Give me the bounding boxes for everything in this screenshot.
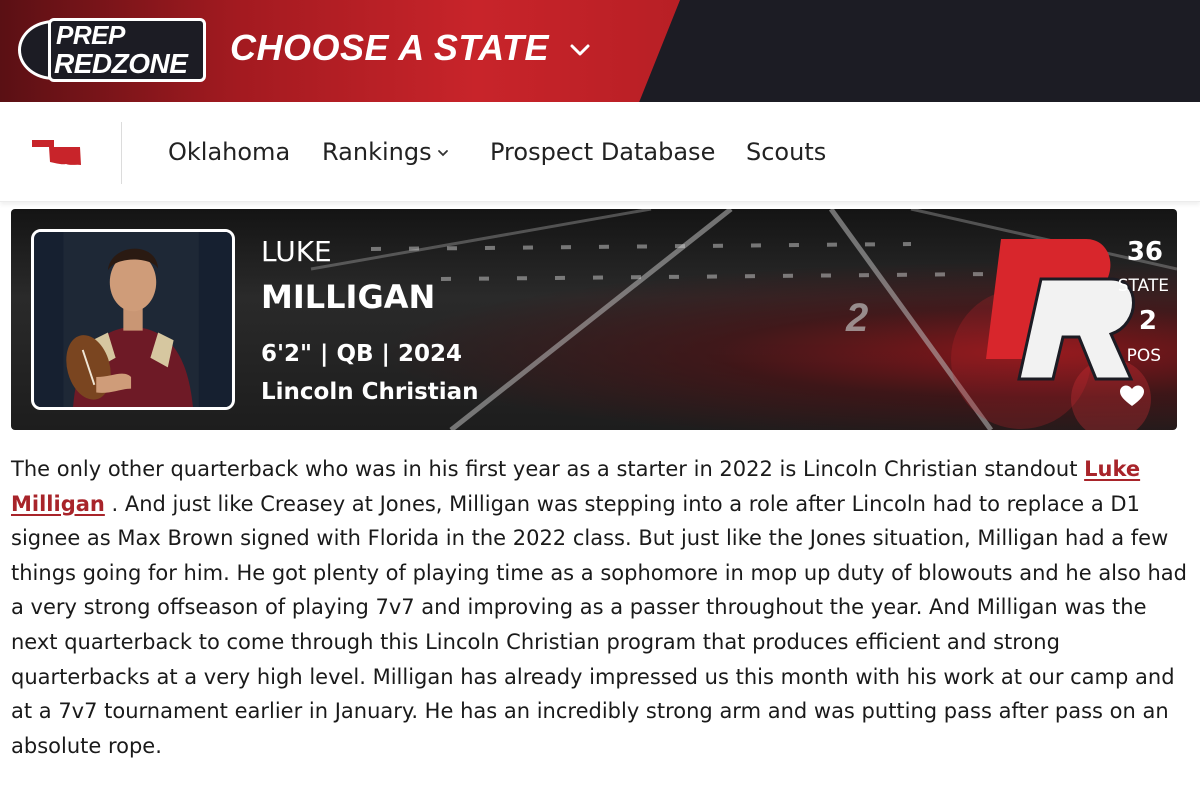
chevron-down-icon[interactable] xyxy=(566,36,594,64)
player-first-name: LUKE xyxy=(261,235,332,268)
logo-text-redzone: REDZONE xyxy=(54,48,188,79)
nav-item-oklahoma[interactable]: Oklahoma xyxy=(168,137,290,167)
site-header: PREP REDZONE CHOOSE A STATE xyxy=(0,0,1200,102)
oklahoma-state-icon[interactable] xyxy=(30,138,84,168)
chevron-down-icon[interactable] xyxy=(436,148,450,158)
state-rank-label: STATE xyxy=(1117,276,1169,296)
choose-state-button[interactable]: CHOOSE A STATE xyxy=(230,30,549,66)
player-last-name: MILLIGAN xyxy=(261,278,436,316)
nav-divider xyxy=(121,122,122,184)
player-height-position-class: 6'2" | QB | 2024 xyxy=(261,341,462,367)
player-school: Lincoln Christian xyxy=(261,379,479,405)
state-nav-bar: Oklahoma Rankings Prospect Database Scou… xyxy=(0,102,1200,202)
heart-icon[interactable] xyxy=(1119,384,1145,408)
article-body-text: . And just like Creasey at Jones, Millig… xyxy=(11,491,1187,758)
player-photo xyxy=(31,229,235,410)
player-profile-banner: 2 LUKE MILLIGAN 6'2" | QB | 2024 Lincoln xyxy=(11,209,1177,430)
player-photo-image xyxy=(34,232,232,407)
svg-text:2: 2 xyxy=(845,296,868,340)
nav-item-scouts[interactable]: Scouts xyxy=(746,137,826,167)
position-rank-label: POS xyxy=(1126,346,1161,366)
article-paragraph: The only other quarterback who was in hi… xyxy=(11,452,1191,763)
nav-item-rankings[interactable]: Rankings xyxy=(322,137,432,167)
prep-redzone-logo[interactable]: PREP REDZONE xyxy=(18,18,206,82)
logo-text-prep: PREP xyxy=(56,20,125,50)
position-rank-value: 2 xyxy=(1138,306,1157,336)
article-intro-text: The only other quarterback who was in hi… xyxy=(11,457,1085,481)
state-rank-value: 36 xyxy=(1126,237,1163,267)
nav-item-prospect-database[interactable]: Prospect Database xyxy=(490,137,715,167)
